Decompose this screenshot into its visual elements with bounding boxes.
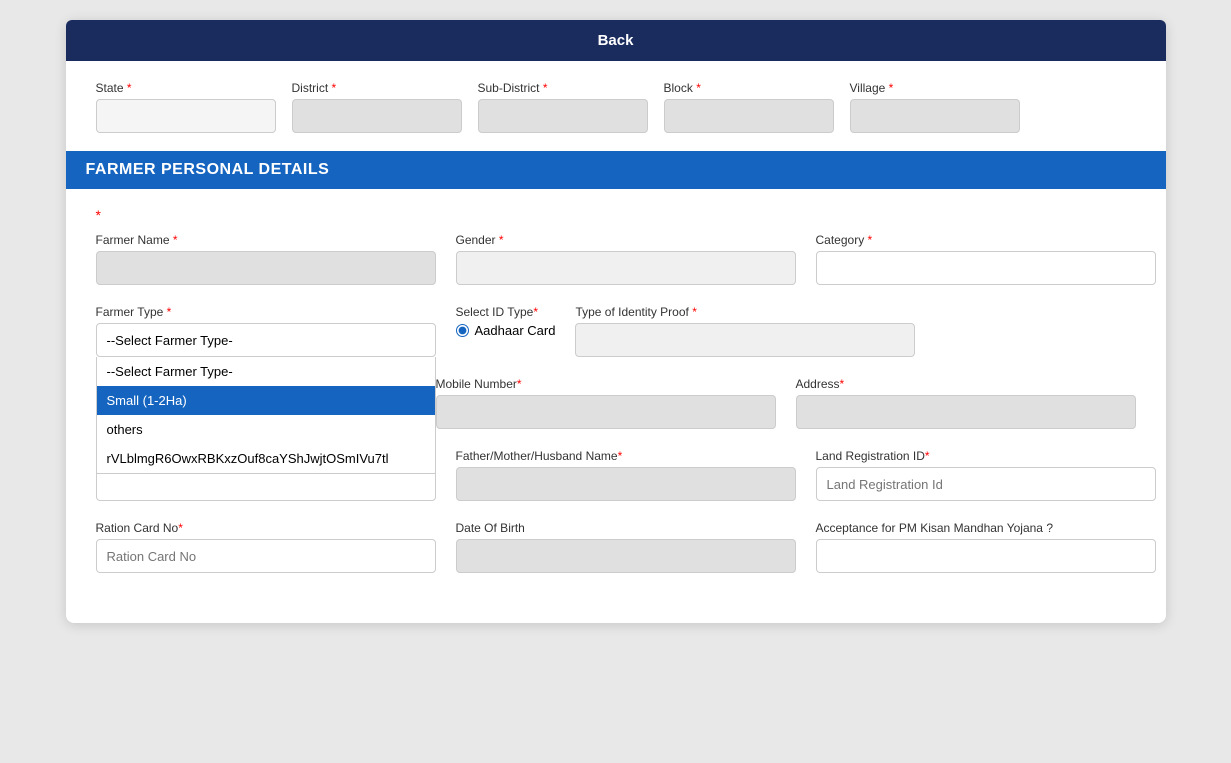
address-input[interactable]: [796, 395, 1136, 429]
father-label: Father/Mother/Husband Name*: [456, 449, 796, 463]
aadhaar-radio[interactable]: [456, 324, 469, 337]
dropdown-option-others[interactable]: others: [97, 415, 435, 444]
father-col: Father/Mother/Husband Name*: [456, 449, 796, 501]
land-reg-label: Land Registration ID*: [816, 449, 1156, 463]
select-id-col: Select ID Type* Aadhaar Card: [456, 305, 556, 338]
aadhaar-option: Aadhaar Card: [456, 323, 556, 338]
address-label: Address*: [796, 377, 1136, 391]
farmer-type-col: Farmer Type * --Select Farmer Type- --Se…: [96, 305, 436, 357]
back-button[interactable]: Back: [66, 20, 1166, 61]
section-header: FARMER PERSONAL DETAILS: [66, 151, 1166, 189]
ration-card-col: Ration Card No*: [96, 521, 436, 573]
village-field-group: Village *: [850, 81, 1020, 133]
mobile-label: Mobile Number*: [436, 377, 776, 391]
block-input[interactable]: [664, 99, 834, 133]
village-label: Village *: [850, 81, 1020, 95]
req-note: *: [96, 207, 1136, 223]
district-field-group: District *: [292, 81, 462, 133]
state-input: UTTAR PRADESH: [96, 99, 276, 133]
category-label: Category *: [816, 233, 1156, 247]
dropdown-option-small[interactable]: Small (1-2Ha): [97, 386, 435, 415]
village-input[interactable]: [850, 99, 1020, 133]
select-id-label: Select ID Type*: [456, 305, 556, 319]
pmkmy-input[interactable]: --Select PMKMY-: [816, 539, 1156, 573]
gender-col: Gender * Male: [456, 233, 796, 285]
state-label: State *: [96, 81, 276, 95]
mobile-input[interactable]: [436, 395, 776, 429]
farmer-type-label: Farmer Type *: [96, 305, 436, 319]
dob-input[interactable]: [456, 539, 796, 573]
row-1: Farmer Name * Gender * Male Category * S…: [96, 233, 1136, 285]
dob-label: Date Of Birth: [456, 521, 796, 535]
row-2: Farmer Type * --Select Farmer Type- --Se…: [96, 305, 1136, 357]
category-input[interactable]: SC: [816, 251, 1156, 285]
id-type-radio-group: Aadhaar Card: [456, 323, 556, 338]
farmer-type-list: --Select Farmer Type- Small (1-2Ha) othe…: [96, 357, 436, 474]
address-col: Address*: [796, 377, 1136, 429]
farmer-name-input[interactable]: [96, 251, 436, 285]
district-input[interactable]: [292, 99, 462, 133]
farmer-type-value: --Select Farmer Type-: [107, 333, 233, 348]
block-label: Block *: [664, 81, 834, 95]
father-input[interactable]: [456, 467, 796, 501]
block-field-group: Block *: [664, 81, 834, 133]
district-label: District *: [292, 81, 462, 95]
ration-card-label: Ration Card No*: [96, 521, 436, 535]
state-field-group: State * UTTAR PRADESH: [96, 81, 276, 133]
location-row: State * UTTAR PRADESH District * Sub-Dis…: [66, 81, 1166, 133]
main-card: Back State * UTTAR PRADESH District * Su…: [66, 20, 1166, 623]
aadhaar-label: Aadhaar Card: [475, 323, 556, 338]
gender-input: Male: [456, 251, 796, 285]
mobile-col: Mobile Number*: [436, 377, 776, 429]
dob-col: Date Of Birth: [456, 521, 796, 573]
row-5: Ration Card No* Date Of Birth Acceptance…: [96, 521, 1136, 573]
identity-proof-input: Aadhar Card: [575, 323, 915, 357]
subdistrict-field-group: Sub-District *: [478, 81, 648, 133]
ration-card-input[interactable]: [96, 539, 436, 573]
category-col: Category * SC: [816, 233, 1156, 285]
pmkmy-col: Acceptance for PM Kisan Mandhan Yojana ?…: [816, 521, 1156, 573]
identity-proof-label: Type of Identity Proof *: [575, 305, 915, 319]
identity-proof-col: Type of Identity Proof * Aadhar Card: [575, 305, 915, 357]
farmer-name-col: Farmer Name *: [96, 233, 436, 285]
farmer-type-trigger[interactable]: --Select Farmer Type-: [96, 323, 436, 357]
form-body: * Farmer Name * Gender * Male Category *…: [66, 207, 1166, 573]
pmkmy-label: Acceptance for PM Kisan Mandhan Yojana ?: [816, 521, 1156, 535]
subdistrict-input[interactable]: [478, 99, 648, 133]
farmer-type-dropdown[interactable]: --Select Farmer Type- --Select Farmer Ty…: [96, 323, 436, 357]
gender-label: Gender *: [456, 233, 796, 247]
land-reg-input[interactable]: [816, 467, 1156, 501]
farmer-name-label: Farmer Name *: [96, 233, 436, 247]
land-reg-col: Land Registration ID*: [816, 449, 1156, 501]
dropdown-option-default[interactable]: --Select Farmer Type-: [97, 357, 435, 386]
dropdown-option-random[interactable]: rVLblmgR6OwxRBKxzOuf8caYShJwjtOSmIVu7tl: [97, 444, 435, 473]
subdistrict-label: Sub-District *: [478, 81, 648, 95]
